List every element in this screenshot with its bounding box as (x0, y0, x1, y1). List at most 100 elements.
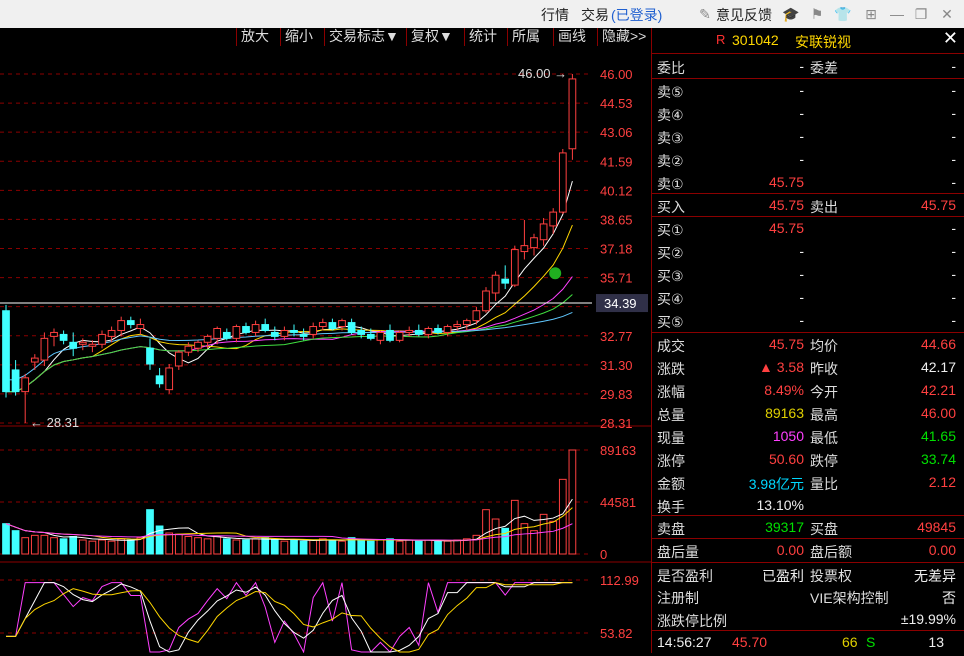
login-status[interactable]: (已登录) (611, 5, 662, 25)
low-price-label: ← 28.31 (30, 415, 79, 430)
price-tick-label: 40.12 (600, 183, 633, 198)
candle-body (107, 329, 116, 337)
volume-bar (146, 509, 154, 555)
stat-row: 金额 3.98亿元 量比 2.12 (657, 474, 956, 492)
candle-body (376, 331, 385, 341)
tick-volume: 66 (842, 634, 858, 650)
adjust-button[interactable]: 复权▼ (406, 28, 457, 46)
hide-panel-button[interactable]: 隐藏>> (597, 28, 650, 46)
ask-level-row: 卖⑤ - - (657, 82, 956, 100)
price-tick-label: 44.53 (600, 96, 633, 111)
price-tick-label: 29.83 (600, 387, 633, 402)
candle-body (366, 333, 375, 339)
ask-level-row: 卖④ - - (657, 105, 956, 123)
trade-marks-button[interactable]: 交易标志▼ (324, 28, 403, 46)
candle-body (261, 324, 270, 331)
graduation-cap-icon[interactable]: 🎓 (782, 5, 800, 23)
volume-bar (357, 539, 366, 555)
volume-bar (69, 536, 78, 555)
candle-body (549, 211, 558, 227)
candle-body (318, 322, 327, 328)
bid-level-row: 买① 45.75- (657, 220, 956, 238)
trade-menu[interactable]: 交易 (581, 5, 609, 25)
buy-sell-row: 买入 45.75 卖出 45.75 (657, 197, 956, 215)
volume-bar (222, 538, 231, 555)
restore-icon[interactable]: ❐ (912, 5, 930, 23)
volume-bar (270, 539, 279, 555)
ask-level-row: 卖③ - - (657, 128, 956, 146)
feedback-link[interactable]: 意见反馈 (716, 5, 772, 25)
volume-bar (261, 537, 270, 555)
volume-bar (50, 537, 58, 555)
volume-bar (88, 540, 97, 555)
volume-bar (98, 539, 106, 555)
pin-icon[interactable]: ⊞ (862, 5, 880, 23)
candle-body (203, 335, 212, 343)
candle-body (136, 324, 145, 329)
outer-inner-row: 卖盘 39317 买盘 49845 (657, 519, 956, 537)
volume-bar (309, 539, 318, 555)
statistics-button[interactable]: 统计 (464, 28, 501, 46)
candle-body (347, 322, 356, 333)
candle-body (146, 347, 154, 365)
close-window-icon[interactable]: ✕ (938, 5, 956, 23)
candle-body (50, 331, 58, 337)
indicator-tick-label: 112.99 (600, 573, 639, 588)
candle-body (338, 320, 346, 328)
ma5-line (6, 180, 573, 393)
stat-row: 总量 89163 最高 46.00 (657, 405, 956, 423)
ask-level-row: 卖① 45.75- (657, 174, 956, 192)
kline-chart[interactable]: 46.00 44.53 43.06 41.59 40.12 38.65 37.18 35.71… (0, 46, 651, 654)
volume-bar (328, 539, 337, 555)
shirt-icon[interactable]: 👕 (834, 5, 852, 23)
edit-icon: ✎ (699, 6, 711, 22)
title-bar: 行情 交易 (已登录) ✎ 意见反馈 🎓 ⚑ 👕 ⊞ — ❐ ✕ (0, 0, 964, 28)
volume-bar (338, 540, 346, 555)
sector-button[interactable]: 所属 (507, 28, 544, 46)
volume-bar (40, 534, 49, 555)
candle-body (309, 326, 318, 335)
indicator-line (6, 581, 573, 654)
profit-row: 是否盈利 已盈利 投票权 无差异 (657, 568, 956, 584)
candle-body (2, 310, 10, 393)
candle-body (386, 329, 394, 341)
zoom-out-button[interactable]: 缩小 (280, 28, 317, 46)
high-price-label: 46.00 → (518, 66, 567, 81)
candle-body (11, 369, 20, 393)
close-panel-icon[interactable]: ✕ (943, 28, 958, 49)
ask-level-row: 卖② - - (657, 151, 956, 169)
candle-body (424, 327, 433, 335)
candle-body (462, 320, 471, 326)
draw-line-button[interactable]: 画线 (553, 28, 590, 46)
candle-body (213, 327, 222, 339)
minimize-icon[interactable]: — (888, 5, 906, 23)
candle-body (21, 377, 30, 393)
volume-bar (30, 534, 39, 555)
candle-body (270, 331, 279, 337)
price-tick-label: 41.59 (600, 154, 633, 169)
flag-icon[interactable]: ⚑ (808, 5, 826, 23)
zoom-in-button[interactable]: 放大 (236, 28, 273, 46)
kline-chart-area[interactable]: 46.00 44.53 43.06 41.59 40.12 38.65 37.18 35.71… (0, 46, 651, 654)
check-marker (549, 267, 562, 280)
volume-bar (290, 539, 298, 555)
candle-body (117, 320, 126, 331)
volume-bar (539, 513, 548, 555)
bid-level-row: 买⑤ - - (657, 312, 956, 330)
candle-body (443, 326, 452, 333)
candle-body (30, 357, 39, 363)
tick-row: 14:56:27 45.70 66 S 13 (652, 631, 964, 654)
quotes-menu[interactable]: 行情 (541, 5, 569, 25)
volume-bar (280, 540, 289, 555)
tick-time: 14:56:27 (657, 634, 712, 650)
stat-row: 涨跌 ▲ 3.58 昨收 42.17 (657, 359, 956, 377)
tick-price: 45.70 (732, 634, 768, 650)
candle-body (155, 375, 164, 385)
volume-bar (395, 540, 404, 555)
candle-body (482, 290, 490, 312)
volume-bar (2, 523, 10, 555)
candle-body (126, 320, 135, 326)
current-price-label: 34.39 (604, 296, 637, 311)
candle-body (491, 274, 500, 294)
volume-bar (184, 536, 193, 555)
